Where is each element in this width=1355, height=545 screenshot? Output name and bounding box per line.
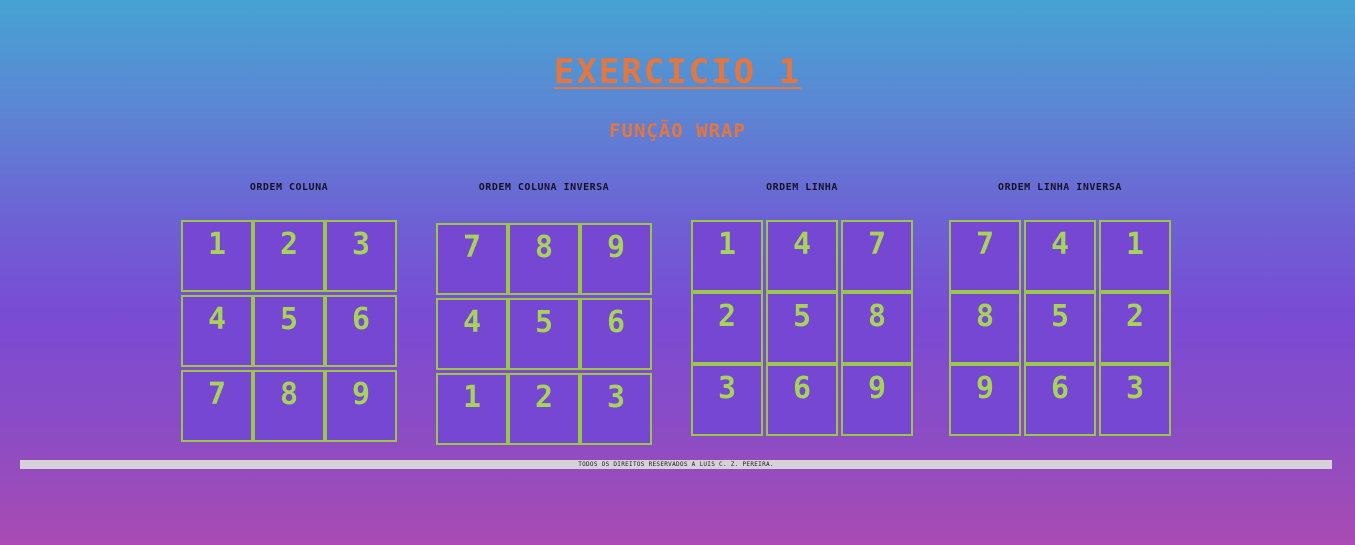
grid-cell: 8 [253,370,325,442]
grid-cell: 1 [691,220,763,292]
grid-label: ORDEM LINHA [766,182,838,193]
grid-cell: 2 [508,373,580,445]
grid-cell: 6 [580,298,652,370]
grid-cell: 6 [325,295,397,367]
grid-cell: 5 [1024,292,1096,364]
grid-cell: 6 [1024,364,1096,436]
grid-cell: 6 [766,364,838,436]
grid-cell: 7 [436,223,508,295]
page-subtitle: FUNÇÃO WRAP [609,120,746,142]
grid-cell: 1 [1099,220,1171,292]
grid-cell: 4 [1024,220,1096,292]
grid-cell: 3 [691,364,763,436]
grid-cell: 8 [508,223,580,295]
grid-cell: 9 [841,364,913,436]
grid-label: ORDEM COLUNA INVERSA [478,182,610,193]
grid-cell: 1 [436,373,508,445]
grid-cell: 5 [253,295,325,367]
grid-cell: 2 [691,292,763,364]
footer: TODOS OS DIREITOS RESERVADOS A LUIS C. Z… [20,460,1332,469]
grid-cell: 7 [949,220,1021,292]
grid-cell: 3 [580,373,652,445]
grid-label: ORDEM COLUNA [249,182,329,193]
grid-cell: 4 [766,220,838,292]
grid-cell: 4 [436,298,508,370]
grid-cell: 5 [766,292,838,364]
grid-cell: 7 [841,220,913,292]
grid-cell: 2 [253,220,325,292]
grid-cell: 8 [949,292,1021,364]
grid-cell: 9 [949,364,1021,436]
grid-cell: 9 [580,223,652,295]
copyright-text: TODOS OS DIREITOS RESERVADOS A LUIS C. Z… [578,461,774,468]
grid-cell: 5 [508,298,580,370]
page-title: EXERCICIO 1 [553,52,802,92]
grid-cell: 8 [841,292,913,364]
grid-cell: 7 [181,370,253,442]
grid-cell: 3 [1099,364,1171,436]
grid-cell: 2 [1099,292,1171,364]
grid-cell: 1 [181,220,253,292]
grid-cell: 3 [325,220,397,292]
grid-label: ORDEM LINHA INVERSA [998,182,1122,193]
grid-cell: 9 [325,370,397,442]
grid-cell: 4 [181,295,253,367]
